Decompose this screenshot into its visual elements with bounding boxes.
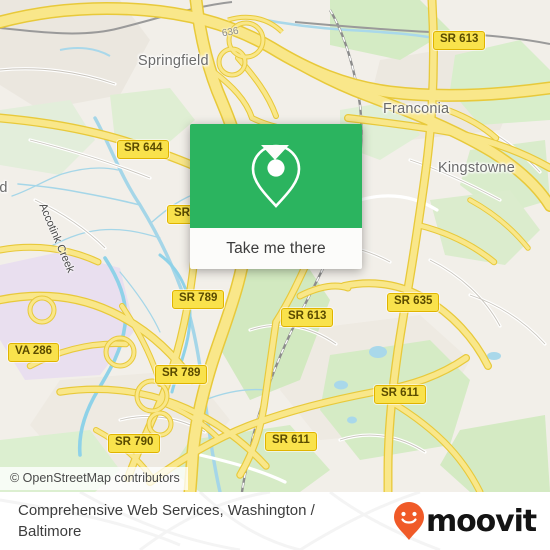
footer-title: Comprehensive Web Services, Washington /… (18, 501, 315, 540)
road-shield[interactable]: SR 611 (265, 432, 317, 451)
road-shield[interactable]: SR 789 (155, 365, 208, 384)
road-shield[interactable]: VA 286 (8, 343, 60, 362)
road-shield[interactable]: SR 611 (374, 385, 426, 404)
moovit-map-screenshot: Springfield Franconia Kingstowne ld Acco… (0, 0, 550, 550)
road-shield[interactable]: SR 644 (117, 140, 170, 159)
road-shield[interactable]: SR 613 (433, 31, 486, 50)
road-shield[interactable]: SR 790 (108, 434, 161, 453)
callout-action-area[interactable]: Take me there (190, 228, 362, 269)
moovit-brand[interactable]: moovit (393, 501, 537, 541)
moovit-wordmark: moovit (425, 503, 537, 539)
road-shield[interactable]: SR 635 (387, 293, 440, 312)
road-shield[interactable]: SR 789 (172, 290, 225, 309)
map-attribution[interactable]: © OpenStreetMap contributors (0, 467, 188, 490)
callout-pointer (261, 145, 289, 160)
moovit-smiley-pin-icon (393, 502, 424, 540)
take-me-there-label: Take me there (226, 239, 326, 257)
footer-bar: Comprehensive Web Services, Washington /… (0, 492, 550, 550)
map-canvas[interactable]: Springfield Franconia Kingstowne ld Acco… (0, 0, 550, 492)
road-shield[interactable]: SR 613 (281, 308, 334, 327)
callout-marker-area (190, 124, 362, 228)
